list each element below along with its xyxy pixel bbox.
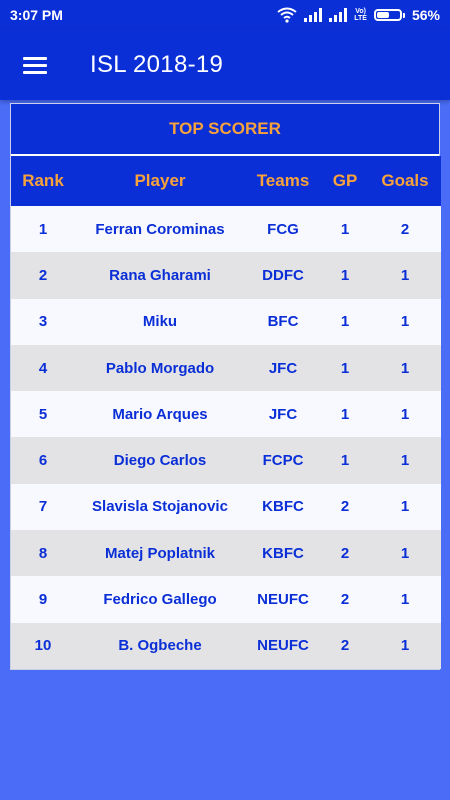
- cell-goals: 1: [400, 637, 410, 655]
- column-header-player: Player: [134, 171, 186, 190]
- cell-team: JFC: [268, 405, 298, 423]
- cell-team: DDFC: [262, 266, 304, 284]
- cell-gp: 2: [340, 498, 350, 516]
- battery-icon: [373, 9, 405, 21]
- cell-player: B. Ogbeche: [118, 637, 202, 655]
- table-row[interactable]: 1 Ferran Corominas FCG 1 2: [11, 206, 441, 253]
- cell-team: FCPC: [262, 452, 304, 470]
- cell-gp: 2: [340, 637, 350, 655]
- cell-gp: 2: [340, 591, 350, 609]
- cell-rank: 9: [38, 591, 48, 609]
- cell-goals: 1: [400, 313, 410, 331]
- status-bar: 3:07 PM Vo) LTE 56%: [0, 0, 450, 30]
- cell-rank: 5: [38, 405, 48, 423]
- table-body: 1 Ferran Corominas FCG 1 2 2 Rana Gharami DDFC 1…: [11, 206, 441, 669]
- cell-team: KBFC: [262, 498, 304, 516]
- card-title: TOP SCORER: [11, 104, 439, 156]
- signal-icon: [329, 8, 348, 22]
- cell-player: Diego Carlos: [113, 452, 207, 470]
- top-scorer-card: TOP SCORER Rank Player Teams GP Goals 1 F…: [10, 103, 441, 670]
- table-row[interactable]: 5 Mario Arques JFC 1 1: [11, 391, 441, 438]
- cell-team: BFC: [267, 313, 299, 331]
- cell-rank: 1: [38, 220, 48, 238]
- column-header-goals: Goals: [381, 171, 429, 190]
- cell-goals: 2: [400, 220, 410, 238]
- table-row[interactable]: 9 Fedrico Gallego NEUFC 2 1: [11, 576, 441, 623]
- cell-team: NEUFC: [257, 591, 309, 609]
- signal-icon: [304, 8, 323, 22]
- cell-rank: 4: [38, 359, 48, 377]
- cell-goals: 1: [400, 591, 410, 609]
- column-header-gp: GP: [332, 171, 358, 190]
- table-row[interactable]: 3 Miku BFC 1 1: [11, 298, 441, 345]
- cell-gp: 1: [340, 313, 350, 331]
- status-icons: Vo) LTE 56%: [277, 7, 440, 23]
- cell-rank: 3: [38, 313, 48, 331]
- table-row[interactable]: 7 Slavisla Stojanovic KBFC 2 1: [11, 483, 441, 531]
- cell-team: NEUFC: [257, 637, 309, 655]
- cell-team: FCG: [267, 220, 299, 238]
- cell-rank: 10: [34, 637, 52, 655]
- cell-rank: 2: [38, 266, 48, 284]
- table-row[interactable]: 8 Matej Poplatnik KBFC 2 1: [11, 530, 441, 577]
- cell-gp: 1: [340, 405, 350, 423]
- cell-rank: 7: [38, 498, 48, 516]
- cell-gp: 1: [340, 220, 350, 238]
- menu-icon: [23, 53, 47, 78]
- cell-gp: 1: [340, 359, 350, 377]
- cell-player: Fedrico Gallego: [103, 591, 217, 609]
- table-header-row: Rank Player Teams GP Goals: [11, 156, 441, 206]
- wifi-icon: [277, 7, 297, 23]
- cell-gp: 1: [340, 452, 350, 470]
- cell-player: Pablo Morgado: [105, 359, 215, 377]
- status-time: 3:07 PM: [10, 7, 63, 23]
- cell-gp: 1: [340, 266, 350, 284]
- cell-player: Matej Poplatnik: [104, 544, 216, 562]
- cell-goals: 1: [400, 266, 410, 284]
- table-row[interactable]: 6 Diego Carlos FCPC 1 1: [11, 437, 441, 484]
- menu-button[interactable]: [0, 30, 70, 100]
- top-scorer-table: Rank Player Teams GP Goals 1 Ferran Corom…: [11, 156, 441, 669]
- cell-goals: 1: [400, 359, 410, 377]
- cell-gp: 2: [340, 544, 350, 562]
- table-row[interactable]: 2 Rana Gharami DDFC 1 1: [11, 252, 441, 299]
- cell-rank: 6: [38, 452, 48, 470]
- network-label: Vo) LTE: [354, 8, 367, 22]
- app-title: ISL 2018-19: [90, 51, 224, 78]
- cell-goals: 1: [400, 498, 410, 516]
- cell-player: Mario Arques: [112, 405, 208, 423]
- cell-goals: 1: [400, 405, 410, 423]
- cell-team: JFC: [268, 359, 298, 377]
- cell-goals: 1: [400, 452, 410, 470]
- app-bar: ISL 2018-19: [0, 30, 450, 100]
- table-row[interactable]: 10 B. Ogbeche NEUFC 2 1: [11, 622, 441, 669]
- cell-team: KBFC: [262, 544, 304, 562]
- table-row[interactable]: 4 Pablo Morgado JFC 1 1: [11, 344, 441, 392]
- cell-goals: 1: [400, 544, 410, 562]
- battery-percent: 56%: [411, 7, 440, 23]
- cell-rank: 8: [38, 544, 48, 562]
- cell-player: Rana Gharami: [109, 266, 211, 284]
- column-header-teams: Teams: [256, 171, 310, 190]
- cell-player: Ferran Corominas: [95, 220, 225, 238]
- cell-player: Miku: [142, 313, 178, 331]
- column-header-rank: Rank: [22, 171, 64, 190]
- cell-player: Slavisla Stojanovic: [92, 498, 228, 516]
